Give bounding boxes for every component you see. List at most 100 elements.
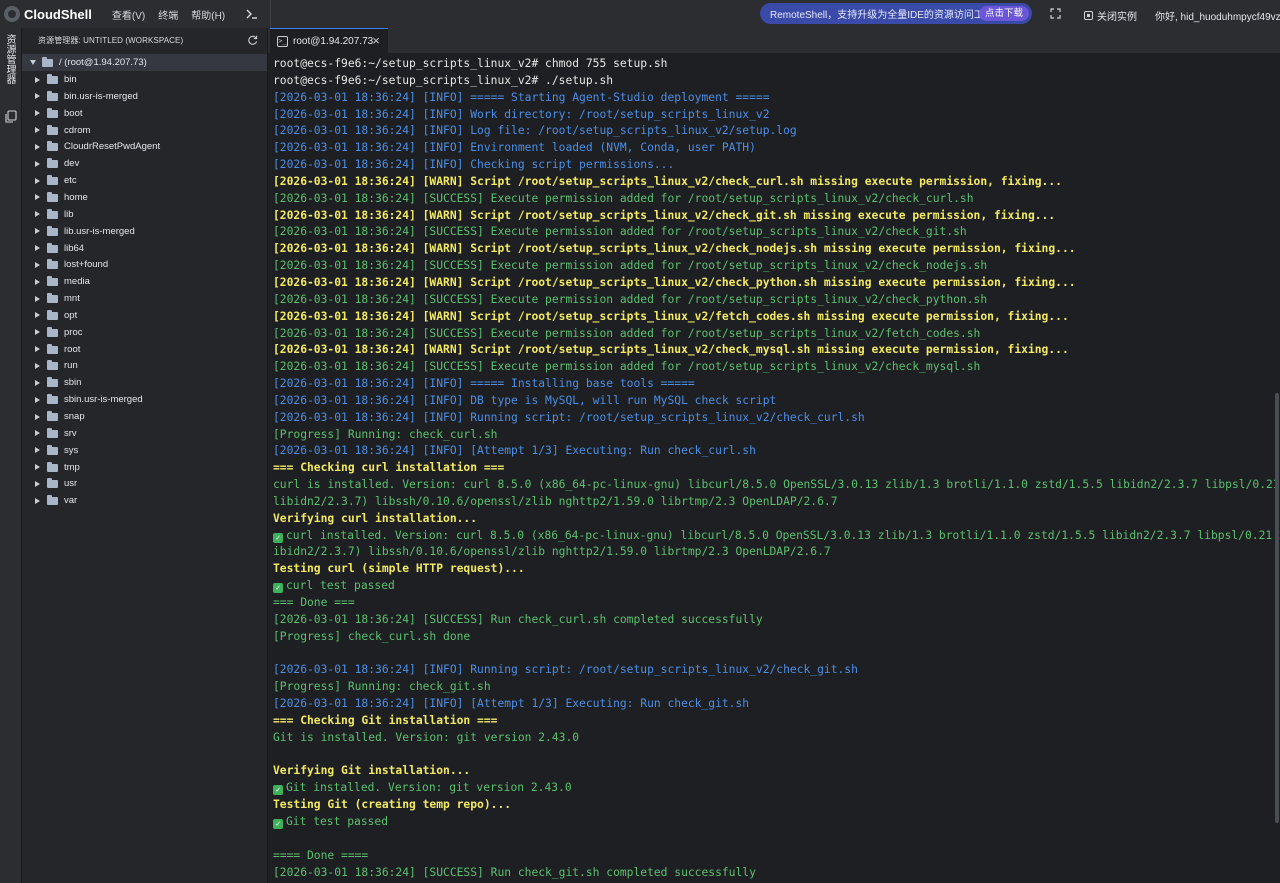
tab-terminal-session[interactable]: >_ root@1.94.207.73 × [270,28,388,53]
chevron-right-icon [35,93,40,100]
terminal-scrollbar[interactable] [1275,393,1279,823]
tree-folder-item[interactable]: home [22,189,267,206]
folder-label: var [64,495,78,507]
terminal-line: === Checking Git installation === [273,713,1273,730]
checkmark-icon: ✓ [273,785,283,796]
tree-folder-item[interactable]: CloudrResetPwdAgent [22,138,267,155]
terminal-line: [2026-03-01 18:36:24] [WARN] Script /roo… [273,342,1273,359]
explorer-title: 资源管理器: UNTITLED (WORKSPACE) [38,36,184,45]
tree-folder-item[interactable]: sys [22,442,267,459]
refresh-icon[interactable] [247,35,258,46]
chevron-right-icon [35,160,40,167]
tree-folder-item[interactable]: tmp [22,459,267,476]
folder-label: run [64,360,78,372]
terminal-line-text: [2026-03-01 18:36:24] [SUCCESS] Execute … [273,259,988,273]
tree-folder-item[interactable]: etc [22,172,267,189]
fullscreen-icon[interactable] [1050,8,1061,19]
terminal-line: Testing curl (simple HTTP request)... [273,561,1273,578]
menu-help[interactable]: 帮助(H) [191,7,225,22]
tree-folder-item[interactable]: run [22,357,267,374]
remoteshell-promo-banner[interactable]: RemoteShell，支持升级为全量IDE的资源访问工具 点击下载 [760,3,1032,24]
tree-folder-item[interactable]: opt [22,307,267,324]
activity-bar: 资源管理器 [0,28,22,883]
terminal-line: [2026-03-01 18:36:24] [INFO] Checking sc… [273,157,1273,174]
tree-folder-item[interactable]: bin [22,71,267,88]
terminal-line-text: Testing Git (creating temp repo)... [273,798,512,812]
close-icon[interactable]: × [370,34,382,48]
tree-folder-item[interactable]: root [22,341,267,358]
terminal-line: root@ecs-f9e6:~/setup_scripts_linux_v2# … [273,73,1273,90]
terminal-line: ✓ curl installed. Version: curl 8.5.0 (x8… [273,528,1280,545]
tree-folder-item[interactable]: lib64 [22,240,267,257]
terminal-line: [2026-03-01 18:36:24] [INFO] Work direct… [273,107,1273,124]
folder-icon [47,259,58,270]
folder-icon [47,90,58,101]
folder-icon [47,411,58,421]
folder-label: lib [64,208,74,220]
terminal-line: ✓ Git installed. Version: git version 2.4… [273,780,1273,797]
tree-folder-item[interactable]: proc [22,324,267,341]
terminal-line: [2026-03-01 18:36:24] [SUCCESS] Execute … [273,326,1273,343]
activity-explorer-label[interactable]: 资源管理器 [4,34,17,84]
folder-label: sbin.usr-is-merged [64,394,143,406]
user-greeting[interactable]: 你好, hid_huoduhmpycf49vz [1155,8,1280,23]
file-explorer: 资源管理器: UNTITLED (WORKSPACE) / (root@1.94… [22,28,268,883]
tree-folder-item[interactable]: usr [22,475,267,492]
folder-icon [47,242,58,253]
terminal-prompt-icon[interactable] [244,6,260,22]
terminal-line: [2026-03-01 18:36:24] [INFO] [Attempt 1/… [273,696,1273,713]
terminal-line: Verifying Git installation... [273,763,1273,780]
folder-icon [47,225,58,236]
tree-folder-item[interactable]: var [22,492,267,509]
tree-folder-item[interactable]: media [22,273,267,290]
close-instance-button[interactable]: 关闭实例 [1084,8,1137,23]
folder-label: mnt [64,293,80,305]
folder-label: usr [64,478,78,490]
terminal-line-text: [2026-03-01 18:36:24] [SUCCESS] Execute … [273,225,967,239]
menu-terminal[interactable]: 终端 [158,7,178,22]
terminal-panel[interactable]: root@ecs-f9e6:~/setup_scripts_linux_v2# … [268,53,1280,883]
tree-folder-item[interactable]: lib [22,206,267,223]
terminal-line-text: [2026-03-01 18:36:24] [INFO] Running scr… [273,410,865,424]
tree-folder-item[interactable]: srv [22,425,267,442]
terminal-line: [2026-03-01 18:36:24] [INFO] Running scr… [273,410,1273,427]
chevron-right-icon [35,278,40,285]
tree-folder-item[interactable]: sbin.usr-is-merged [22,391,267,408]
terminal-line-text: [2026-03-01 18:36:24] [WARN] Script /roo… [273,309,1069,323]
chevron-right-icon [35,228,40,235]
explorer-header: 资源管理器: UNTITLED (WORKSPACE) [22,28,267,53]
tree-folder-item[interactable]: cdrom [22,122,267,139]
download-button[interactable]: 点击下载 [978,6,1029,21]
folder-icon [47,293,58,304]
tree-root-folder[interactable]: / (root@1.94.207.73) [22,54,267,71]
tree-folder-item[interactable]: boot [22,105,267,122]
tree-folder-item[interactable]: lib.usr-is-merged [22,223,267,240]
chevron-right-icon [35,447,40,454]
terminal-line: [2026-03-01 18:36:24] [SUCCESS] Execute … [273,191,1273,208]
app-logo: CloudShell [4,6,92,22]
folder-label: tmp [64,461,80,473]
menu-view[interactable]: 查看(V) [112,7,145,22]
folder-label: snap [64,411,85,422]
terminal-line-text: curl test passed [286,579,395,593]
terminal-line: [2026-03-01 18:36:24] [WARN] Script /roo… [273,241,1273,258]
terminal-line-text: curl is installed. Version: curl 8.5.0 (… [273,478,1280,492]
terminal-line-text: libidn2/2.3.7) libssh/0.10.6/openssl/zli… [273,494,838,508]
tree-folder-item[interactable]: mnt [22,290,267,307]
app-name: CloudShell [24,6,92,22]
tree-folder-item[interactable]: bin.usr-is-merged [22,88,267,105]
terminal-line-text: [2026-03-01 18:36:24] [INFO] Running scr… [273,663,858,677]
terminal-line: [Progress] Running: check_curl.sh [273,427,1273,444]
chevron-right-icon [35,261,40,268]
tree-folder-item[interactable]: dev [22,155,267,172]
tree-folder-item[interactable]: snap [22,408,267,425]
tree-folder-item[interactable]: lost+found [22,256,267,273]
terminal-line-text: curl installed. Version: curl 8.5.0 (x86… [286,528,1280,542]
folder-icon [47,208,58,219]
menu-bar: 查看(V) 终端 帮助(H) [112,7,238,22]
promo-text: RemoteShell，支持升级为全量IDE的资源访问工具 [770,10,994,21]
folder-label: opt [64,309,78,321]
chevron-right-icon [35,245,40,251]
files-icon[interactable] [5,110,17,123]
tree-folder-item[interactable]: sbin [22,374,267,391]
